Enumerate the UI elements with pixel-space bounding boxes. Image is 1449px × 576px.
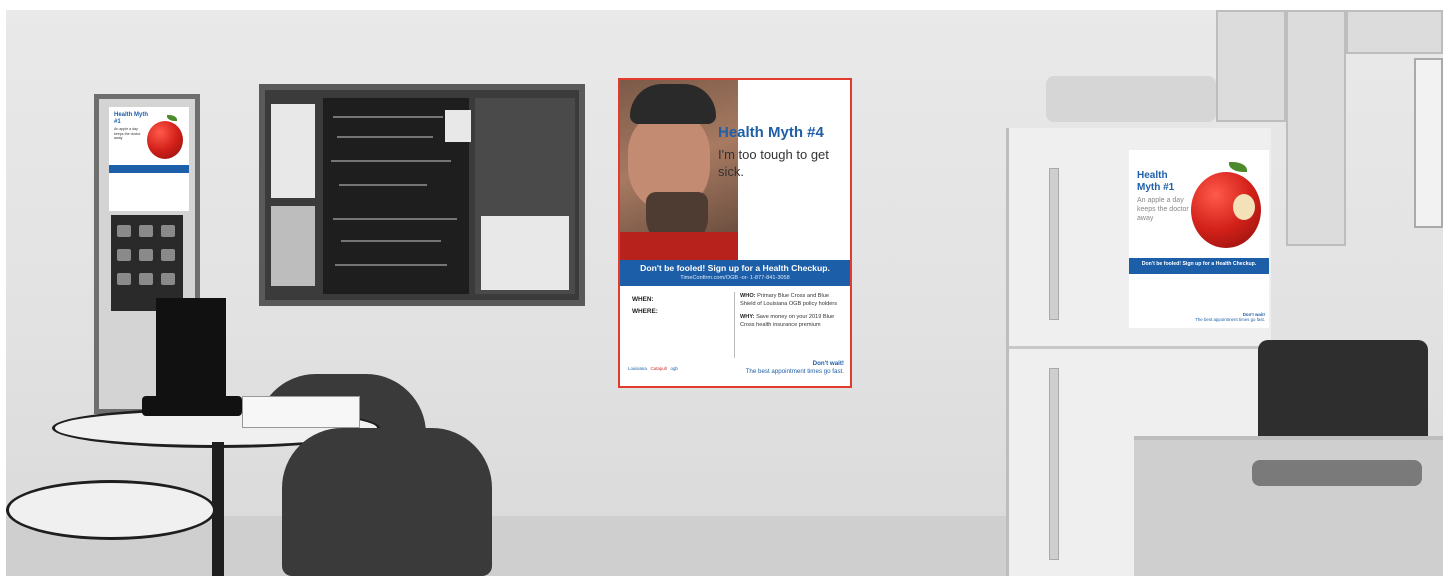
- divider: [734, 292, 735, 358]
- door-poster: Health Myth #1 An apple a day keeps the …: [109, 107, 189, 211]
- banner-text: Don't be fooled! Sign up for a Health Ch…: [640, 263, 830, 273]
- apple-leaf: [167, 115, 177, 121]
- door-window: [111, 215, 183, 311]
- sponsor-logos: Louisiana Catapult ogb: [628, 366, 678, 371]
- why-label: WHY:: [740, 314, 755, 320]
- second-table: [6, 480, 216, 540]
- red-shirt: [620, 232, 738, 260]
- game-base: [142, 396, 242, 416]
- logo-catapult: Catapult: [650, 366, 667, 371]
- door-poster-band: [109, 165, 189, 173]
- fridge-cta-bold: Don't wait!: [1242, 312, 1265, 317]
- fridge-handle-bottom: [1049, 368, 1059, 560]
- why-text: Save money on your 2019 Blue Cross healt…: [740, 314, 835, 328]
- fridge-cta: Don't wait! The best appointment times g…: [1195, 312, 1265, 323]
- fridge-poster-title: Health Myth #1: [1137, 170, 1175, 193]
- logo-louisiana: Louisiana: [628, 366, 647, 371]
- when-where-block: WHEN: WHERE:: [632, 294, 658, 318]
- fridge-poster-subtitle: An apple a day keeps the doctor away: [1137, 197, 1189, 222]
- where-label: WHERE:: [632, 308, 658, 315]
- storage-bins: [1046, 76, 1216, 122]
- board-note: [445, 110, 471, 142]
- poster-title: Health Myth #4: [718, 124, 824, 141]
- fridge-door-line: [1009, 346, 1271, 349]
- cork-board: [445, 98, 575, 294]
- cta-block: Don't wait! The best appointment times g…: [746, 360, 844, 376]
- apple-bite: [1233, 194, 1255, 220]
- when-label: WHEN:: [632, 296, 654, 303]
- sink: [1252, 460, 1422, 486]
- fridge-poster-band: Don't be fooled! Sign up for a Health Ch…: [1129, 258, 1269, 274]
- apple-image: [147, 121, 183, 159]
- cta-text: The best appointment times go fast.: [745, 368, 844, 375]
- door-poster-title: Health Myth #1: [114, 112, 149, 125]
- toaster-oven: [1258, 340, 1428, 450]
- bulletin-board: [259, 84, 585, 306]
- connect-four-game: [156, 298, 226, 408]
- logo-ogb: ogb: [670, 366, 678, 371]
- poster-banner: Don't be fooled! Sign up for a Health Ch…: [620, 260, 850, 286]
- upper-cabinet-left: [1216, 10, 1286, 122]
- fridge-cta-text: The best appointment times go fast.: [1195, 317, 1265, 323]
- poster-subtitle: I'm too tough to get sick.: [718, 147, 829, 179]
- upper-cabinet-top: [1346, 10, 1443, 54]
- microwave: [1414, 58, 1443, 228]
- health-myth-4-poster: Health Myth #4 I'm too tough to get sick…: [618, 78, 852, 388]
- who-why-block: WHO: Primary Blue Cross and Blue Shield …: [740, 292, 846, 334]
- board-recipe: [481, 216, 569, 290]
- health-myth-1-poster: Health Myth #1 An apple a day keeps the …: [1129, 150, 1269, 328]
- fridge-banner-text: Don't be fooled! Sign up for a Health Ch…: [1141, 261, 1257, 267]
- board-photo: [271, 206, 315, 286]
- cta-bold: Don't wait!: [812, 360, 844, 367]
- chair-front: [282, 428, 492, 576]
- banner-signup: TimeConfirm.com/OGB -or- 1-877-841-3058: [680, 275, 790, 281]
- mohawk-hair: [630, 84, 716, 124]
- door-poster-subtitle: An apple a day keeps the doctor away: [114, 127, 141, 140]
- board-flyer: [271, 104, 315, 198]
- kitchen-scene: Health Myth #1 An apple a day keeps the …: [6, 10, 1443, 576]
- fridge-handle-top: [1049, 168, 1059, 320]
- upper-cabinet-right: [1286, 10, 1346, 246]
- who-label: WHO:: [740, 293, 756, 299]
- napkin-holder: [242, 396, 360, 428]
- apple-leaf: [1229, 162, 1247, 172]
